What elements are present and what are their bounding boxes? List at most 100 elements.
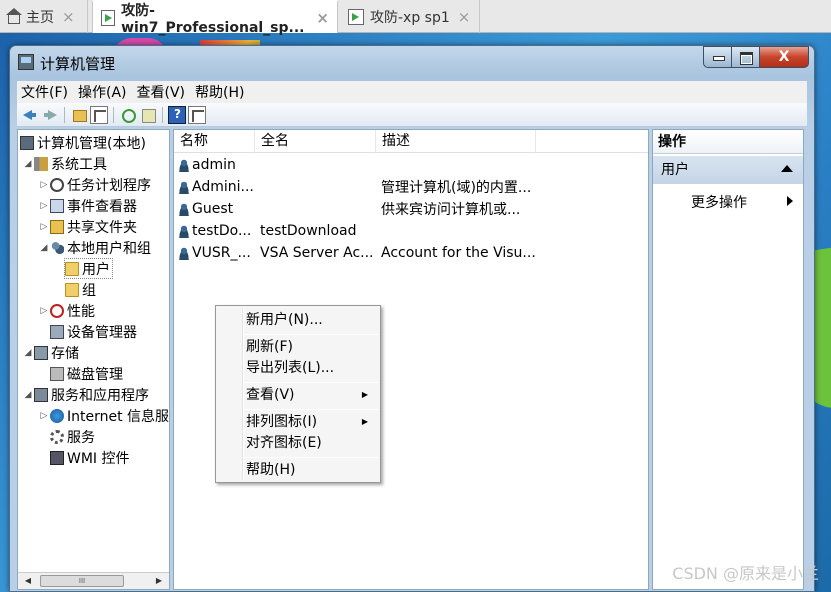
column-filler	[536, 130, 648, 153]
tree-item-task-scheduler[interactable]: ▷ 任务计划程序	[38, 174, 151, 195]
event-viewer-icon	[50, 198, 64, 213]
export-list-icon[interactable]	[139, 106, 157, 124]
collapse-icon[interactable]: ◢	[22, 348, 34, 358]
tree-item-label: 事件查看器	[67, 198, 137, 215]
window-title: 计算机管理	[40, 55, 116, 73]
show-hide-tree-icon[interactable]	[90, 105, 108, 124]
help-icon[interactable]	[168, 105, 186, 124]
tree-item-services-apps[interactable]: ◢ 服务和应用程序	[22, 384, 149, 405]
tree-item-label: 共享文件夹	[67, 219, 137, 236]
expand-icon[interactable]: ▷	[38, 180, 50, 190]
tab-home[interactable]: 主页 ×	[0, 0, 88, 33]
menu-item-align-icons[interactable]: 对齐图标(E)	[246, 433, 376, 453]
show-hide-action-pane-icon[interactable]	[188, 105, 206, 124]
tree-item-device-manager[interactable]: 设备管理器	[50, 321, 137, 342]
tree-item-event-viewer[interactable]: ▷ 事件查看器	[38, 195, 137, 216]
tree-item-system-tools[interactable]: ◢ 系统工具	[22, 153, 107, 174]
back-icon[interactable]	[21, 106, 39, 124]
forward-icon[interactable]	[41, 106, 59, 124]
tab-label: 攻防-xp sp1	[370, 9, 450, 26]
vm-tab-bar: 主页 × 攻防-win7_Professional_sp... × 攻防-xp …	[0, 0, 831, 36]
actions-group-users[interactable]: 用户	[653, 156, 803, 184]
globe-icon	[50, 408, 64, 423]
actions-group-label: 用户	[661, 162, 689, 178]
toolbar	[17, 103, 807, 127]
menu-item-label: 排列图标(I)	[246, 414, 318, 430]
menu-item-label: 查看(V)	[246, 387, 295, 403]
more-actions-link[interactable]: 更多操作	[691, 192, 747, 212]
actions-pane: 操作 用户 更多操作	[652, 129, 804, 590]
submenu-arrow-icon: ▶	[361, 417, 368, 426]
tree-item-services[interactable]: 服务	[50, 426, 95, 447]
tree-item-iis[interactable]: ▷ Internet 信息服	[38, 405, 169, 426]
menu-action[interactable]: 操作(A)	[78, 82, 127, 102]
menu-bar: 文件(F) 操作(A) 查看(V) 帮助(H)	[17, 81, 807, 103]
collapse-icon[interactable]: ◢	[22, 159, 34, 169]
scroll-left-icon[interactable]: ◀	[21, 574, 35, 588]
menu-item-arrange-icons[interactable]: 排列图标(I) ▶	[246, 412, 376, 432]
menu-item-view[interactable]: 查看(V) ▶	[246, 385, 376, 405]
list-item[interactable]: Guest 供来宾访问计算机或...	[174, 198, 536, 220]
refresh-icon[interactable]	[119, 106, 137, 124]
scroll-right-icon[interactable]: ▶	[152, 574, 166, 588]
tree-item-performance[interactable]: ▷ 性能	[38, 300, 95, 321]
list-item[interactable]: testDo... testDownload	[174, 220, 536, 242]
column-name[interactable]: 名称	[174, 130, 255, 153]
menu-file[interactable]: 文件(F)	[21, 82, 68, 102]
expand-icon[interactable]: ▷	[38, 411, 50, 421]
column-description[interactable]: 描述	[376, 130, 536, 153]
up-folder-icon[interactable]	[70, 106, 88, 124]
user-icon	[178, 158, 190, 172]
users-icon	[50, 240, 64, 255]
tree-item-wmi[interactable]: WMI 控件	[50, 447, 130, 468]
chevron-right-icon[interactable]	[787, 196, 793, 206]
tree-item-users[interactable]: 用户	[64, 258, 113, 279]
list-item[interactable]: Admini... 管理计算机(域)的内置...	[174, 176, 536, 198]
minimize-button[interactable]	[703, 46, 731, 68]
horizontal-scrollbar[interactable]: ◀ III ▶	[18, 572, 169, 589]
menu-help[interactable]: 帮助(H)	[195, 82, 244, 102]
submenu-arrow-icon: ▶	[361, 390, 368, 399]
tree-item-computer-management[interactable]: 计算机管理(本地)	[20, 132, 146, 153]
tree-item-label: Internet 信息服	[67, 408, 170, 425]
menu-item-help[interactable]: 帮助(H)	[246, 460, 376, 480]
scroll-thumb[interactable]: III	[40, 575, 124, 587]
close-icon[interactable]: ×	[316, 9, 329, 27]
tree-item-shared-folders[interactable]: ▷ 共享文件夹	[38, 216, 137, 237]
menu-item-export-list[interactable]: 导出列表(L)...	[246, 358, 376, 378]
maximize-button[interactable]	[731, 46, 759, 68]
tree-item-label: 任务计划程序	[67, 177, 151, 194]
gear-icon	[50, 429, 64, 444]
disk-icon	[50, 366, 64, 381]
collapse-icon[interactable]: ◢	[22, 390, 34, 400]
title-bar[interactable]: 计算机管理 X	[10, 46, 814, 80]
tab-xp[interactable]: 攻防-xp sp1 ×	[340, 0, 480, 33]
tree-item-disk-management[interactable]: 磁盘管理	[50, 363, 123, 384]
tree-item-label: 组	[82, 282, 96, 299]
storage-icon	[34, 345, 48, 360]
close-icon[interactable]: ×	[458, 8, 471, 26]
expand-icon[interactable]: ▷	[38, 306, 50, 316]
close-icon[interactable]: ×	[62, 8, 75, 26]
close-button[interactable]: X	[759, 46, 809, 68]
menu-view[interactable]: 查看(V)	[137, 82, 186, 102]
window-controls: X	[703, 46, 809, 68]
user-icon	[178, 224, 190, 238]
list-item[interactable]: VUSR_... VSA Server Ac... Account for th…	[174, 242, 536, 264]
list-item[interactable]: admin	[174, 154, 536, 176]
collapse-icon[interactable]: ◢	[38, 243, 50, 253]
menu-item-new-user[interactable]: 新用户(N)...	[246, 310, 376, 330]
tree-item-local-users-groups[interactable]: ◢ 本地用户和组	[38, 237, 151, 258]
tree-item-storage[interactable]: ◢ 存储	[22, 342, 79, 363]
folder-icon	[65, 261, 79, 276]
expand-icon[interactable]: ▷	[38, 222, 50, 232]
tab-win7[interactable]: 攻防-win7_Professional_sp... ×	[92, 0, 338, 36]
menu-item-refresh[interactable]: 刷新(F)	[246, 337, 376, 357]
tab-label: 主页	[26, 9, 54, 26]
column-fullname[interactable]: 全名	[255, 130, 376, 153]
collapse-up-icon[interactable]	[781, 165, 793, 172]
expand-icon[interactable]: ▷	[38, 201, 50, 211]
menu-separator	[244, 382, 378, 383]
user-icon	[178, 180, 190, 194]
tree-item-groups[interactable]: 组	[65, 279, 96, 300]
